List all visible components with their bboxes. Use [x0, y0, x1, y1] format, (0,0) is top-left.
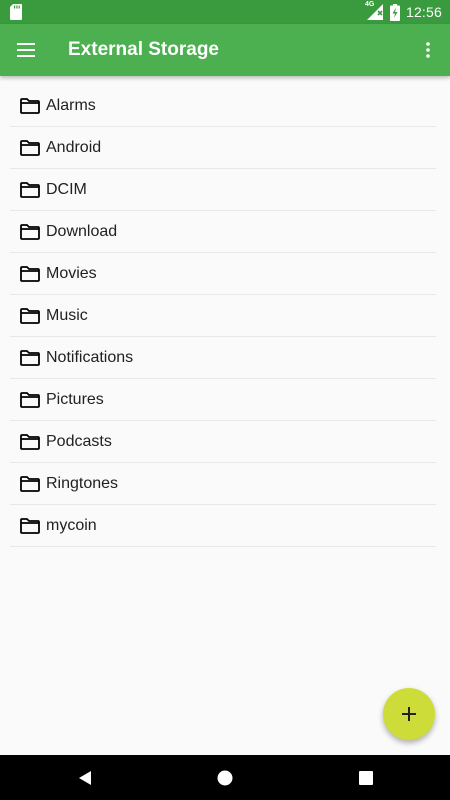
folder-icon: [20, 349, 40, 367]
folder-item-dcim[interactable]: DCIM: [10, 169, 436, 211]
back-icon[interactable]: [55, 755, 115, 800]
home-icon[interactable]: [195, 755, 255, 800]
add-button[interactable]: [383, 688, 435, 740]
folder-icon: [20, 475, 40, 493]
folder-label: mycoin: [46, 516, 97, 534]
folder-item-download[interactable]: Download: [10, 211, 436, 253]
folder-item-pictures[interactable]: Pictures: [10, 379, 436, 421]
folder-item-movies[interactable]: Movies: [10, 253, 436, 295]
folder-list: Alarms Android DCIM Download Movies Musi…: [10, 85, 436, 547]
folder-label: Notifications: [46, 348, 134, 366]
status-bar: 4G 12:56: [0, 0, 450, 24]
folder-label: DCIM: [46, 180, 87, 198]
status-right: 4G 12:56: [364, 0, 442, 24]
folder-item-ringtones[interactable]: Ringtones: [10, 463, 436, 505]
hamburger-menu-icon[interactable]: [10, 34, 42, 66]
folder-label: Android: [46, 138, 102, 156]
folder-icon: [20, 97, 40, 115]
folder-item-podcasts[interactable]: Podcasts: [10, 421, 436, 463]
folder-label: Pictures: [46, 390, 104, 408]
folder-label: Alarms: [46, 96, 96, 114]
folder-label: Music: [46, 306, 88, 324]
folder-item-android[interactable]: Android: [10, 127, 436, 169]
folder-item-alarms[interactable]: Alarms: [10, 85, 436, 127]
folder-icon: [20, 433, 40, 451]
folder-item-music[interactable]: Music: [10, 295, 436, 337]
app-bar: External Storage: [0, 24, 450, 76]
folder-icon: [20, 391, 40, 409]
battery-charging-icon: [389, 3, 400, 21]
status-time: 12:56: [405, 4, 442, 20]
folder-icon: [20, 307, 40, 325]
folder-label: Download: [46, 222, 118, 240]
navigation-bar: [0, 755, 450, 800]
more-vert-icon[interactable]: [414, 34, 442, 66]
folder-label: Ringtones: [46, 474, 119, 492]
folder-icon: [20, 517, 40, 535]
page-title: External Storage: [68, 39, 219, 60]
recents-icon[interactable]: [336, 755, 396, 800]
screen: 4G 12:56 External Storage Alarms Android…: [0, 0, 450, 800]
folder-item-mycoin[interactable]: mycoin: [10, 505, 436, 547]
folder-icon: [20, 223, 40, 241]
plus-icon: [402, 707, 416, 721]
folder-icon: [20, 139, 40, 157]
sd-card-icon: [10, 4, 22, 20]
signal-icon: 4G: [364, 1, 384, 21]
folder-item-notifications[interactable]: Notifications: [10, 337, 436, 379]
network-type: 4G: [364, 1, 375, 8]
folder-label: Podcasts: [46, 432, 112, 450]
folder-label: Movies: [46, 264, 97, 282]
folder-icon: [20, 181, 40, 199]
folder-icon: [20, 265, 40, 283]
